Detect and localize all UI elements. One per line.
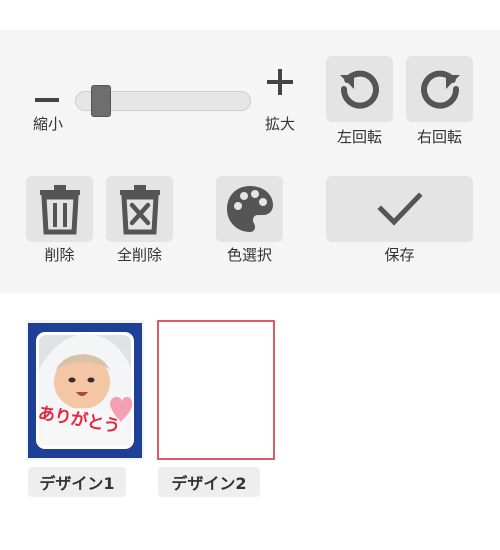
zoom-out-label: 縮小 [32, 115, 63, 133]
rotate-left-label: 左回転 [336, 128, 382, 146]
delete-all-label: 全削除 [116, 246, 162, 264]
design-thumbnail-2[interactable] [157, 320, 275, 460]
check-icon [376, 192, 423, 226]
delete-button[interactable] [26, 176, 93, 242]
rotate-left-button[interactable] [326, 56, 393, 122]
color-select-button[interactable] [216, 176, 283, 242]
save-label: 保存 [384, 246, 415, 264]
zoom-in-button[interactable] [266, 68, 294, 96]
plus-icon [267, 69, 293, 95]
delete-label: 削除 [44, 246, 75, 264]
save-button[interactable] [326, 176, 473, 242]
minus-icon [35, 98, 59, 102]
rotate-right-icon [420, 70, 460, 109]
trash-icon [39, 185, 80, 235]
delete-all-button[interactable] [106, 176, 173, 242]
rotate-left-icon [339, 70, 379, 109]
zoom-slider-handle[interactable] [90, 85, 111, 117]
design-label-2[interactable]: デザイン2 [158, 467, 260, 497]
color-select-label: 色選択 [226, 246, 272, 264]
design-label-1[interactable]: デザイン1 [28, 467, 126, 497]
zoom-out-button[interactable] [33, 86, 61, 114]
trash-x-icon [119, 185, 160, 235]
palette-icon [226, 186, 273, 232]
rotate-right-button[interactable] [406, 56, 473, 122]
editor-toolbar: 縮小 拡大 左回転 右回転 削除 全削除 色選択 保存 [0, 30, 500, 293]
design-preview-image [28, 323, 142, 458]
zoom-in-label: 拡大 [264, 115, 295, 133]
design-thumbnail-1[interactable]: ありがとう [26, 320, 144, 460]
rotate-right-label: 右回転 [416, 128, 462, 146]
